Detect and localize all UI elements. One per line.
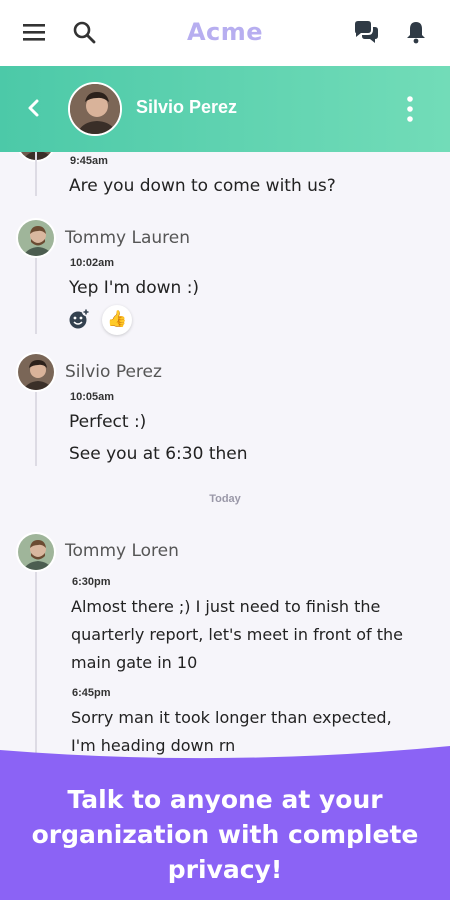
message-text[interactable]: main gate in 10 bbox=[71, 649, 431, 677]
message-time: 10:05am bbox=[70, 391, 115, 403]
add-reaction-icon[interactable] bbox=[66, 306, 92, 332]
avatar[interactable] bbox=[16, 532, 56, 572]
back-arrow-icon[interactable] bbox=[20, 94, 48, 122]
promo-line: organization with complete bbox=[31, 820, 419, 849]
sender-name: Silvio Perez bbox=[65, 362, 162, 382]
contact-avatar[interactable] bbox=[68, 82, 122, 136]
message-time: 6:45pm bbox=[72, 687, 111, 699]
promo-line: Talk to anyone at your bbox=[67, 785, 383, 814]
message-text[interactable]: quarterly report, let's meet in front of… bbox=[71, 621, 431, 649]
promo-line: privacy! bbox=[167, 855, 283, 884]
contact-name[interactable]: Silvio Perez bbox=[136, 97, 237, 118]
thumbs-up-reaction[interactable]: 👍 bbox=[102, 305, 132, 335]
app-top-bar: Acme bbox=[0, 0, 450, 66]
thread-line bbox=[35, 386, 37, 466]
bell-icon[interactable] bbox=[402, 18, 430, 46]
message-text[interactable]: Are you down to come with us? bbox=[69, 172, 429, 200]
brand-logo: Acme bbox=[186, 18, 264, 46]
message-time: 9:45am bbox=[70, 155, 108, 167]
promo-headline: Talk to anyone at your organization with… bbox=[20, 782, 430, 887]
thread-line bbox=[35, 252, 37, 334]
promo-banner: Talk to anyone at your organization with… bbox=[0, 740, 450, 900]
avatar[interactable] bbox=[16, 352, 56, 392]
date-separator: Today bbox=[209, 493, 241, 505]
message-text[interactable]: See you at 6:30 then bbox=[69, 440, 429, 468]
message-time: 6:30pm bbox=[72, 576, 111, 588]
sender-name: Tommy Lauren bbox=[65, 228, 190, 248]
chat-bubbles-icon[interactable] bbox=[352, 18, 380, 46]
thread-line bbox=[35, 152, 37, 196]
chat-header: Silvio Perez bbox=[0, 66, 450, 152]
sender-name: Tommy Loren bbox=[65, 541, 179, 561]
message-text[interactable]: Perfect :) bbox=[69, 408, 429, 436]
message-text[interactable]: Yep I'm down :) bbox=[69, 274, 429, 302]
message-text[interactable]: Sorry man it took longer than expected, bbox=[71, 704, 431, 732]
message-text[interactable]: Almost there ;) I just need to finish th… bbox=[71, 593, 431, 621]
avatar[interactable] bbox=[16, 218, 56, 258]
message-time: 10:02am bbox=[70, 257, 115, 269]
more-options-icon[interactable] bbox=[402, 94, 418, 124]
